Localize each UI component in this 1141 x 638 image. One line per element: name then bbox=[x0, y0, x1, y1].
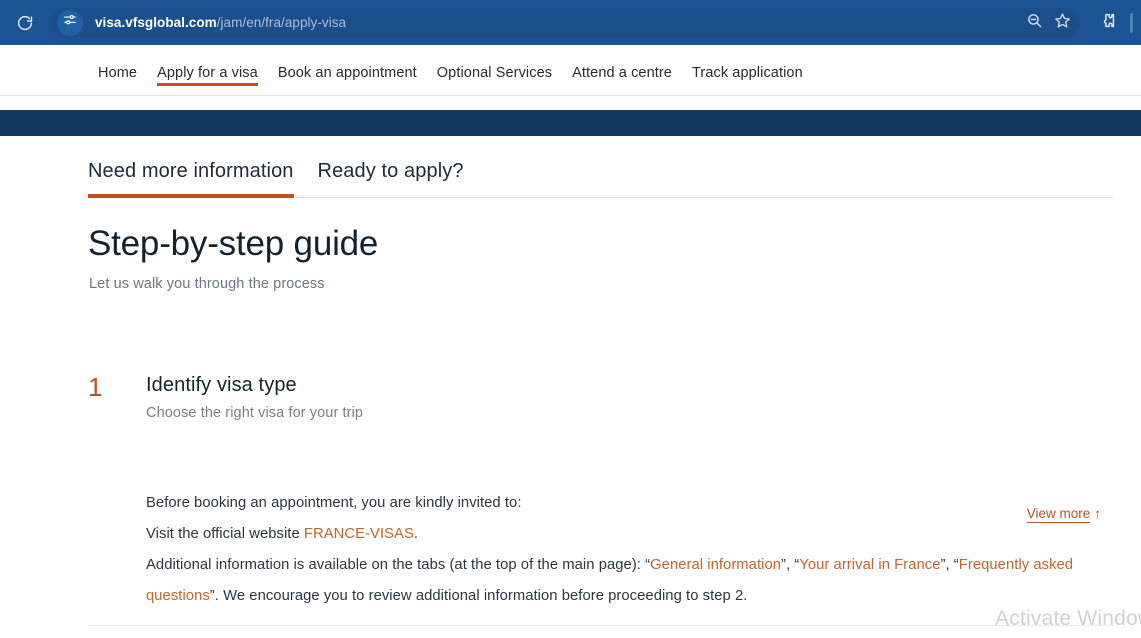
nav-list: Home Apply for a visa Book an appointmen… bbox=[0, 45, 1141, 95]
step-body: Before booking an appointment, you are k… bbox=[146, 488, 1091, 612]
puzzle-extensions-icon bbox=[1098, 11, 1117, 35]
zoom-button[interactable] bbox=[1020, 9, 1048, 37]
step-paragraph-2: Visit the official website FRANCE-VISAS. bbox=[146, 519, 1091, 550]
nav-item-apply-for-a-visa[interactable]: Apply for a visa bbox=[147, 65, 268, 95]
nav-item-home[interactable]: Home bbox=[88, 65, 147, 95]
zoom-search-icon bbox=[1026, 12, 1043, 34]
paragraph-3-c: ”, “ bbox=[940, 557, 959, 573]
window-edge-divider bbox=[1130, 12, 1133, 33]
nav-item-track-application[interactable]: Track application bbox=[682, 65, 813, 95]
tab-need-more-information[interactable]: Need more information bbox=[88, 160, 294, 198]
step-number: 1 bbox=[88, 372, 103, 402]
tab-ready-to-apply[interactable]: Ready to apply? bbox=[318, 160, 464, 197]
tune-site-settings-icon bbox=[63, 13, 77, 32]
page-subtitle: Let us walk you through the process bbox=[89, 276, 325, 292]
star-bookmark-icon bbox=[1054, 12, 1071, 34]
page-content: Need more information Ready to apply? St… bbox=[0, 136, 1141, 638]
url-text[interactable]: visa.vfsglobal.com/jam/en/fra/apply-visa bbox=[95, 15, 1020, 30]
paragraph-3-d: ”. We encourage you to review additional… bbox=[209, 588, 748, 604]
general-information-link[interactable]: General information bbox=[650, 557, 781, 573]
extensions-button[interactable] bbox=[1092, 8, 1122, 38]
reload-icon bbox=[16, 14, 34, 32]
reload-button[interactable] bbox=[9, 7, 41, 39]
step-paragraph-3: Additional information is available on t… bbox=[146, 550, 1091, 612]
navy-banner-band bbox=[0, 110, 1141, 136]
paragraph-2-pre: Visit the official website bbox=[146, 526, 304, 542]
browser-toolbar: visa.vfsglobal.com/jam/en/fra/apply-visa bbox=[0, 0, 1141, 45]
site-info-button[interactable] bbox=[57, 9, 83, 36]
site-navigation: Home Apply for a visa Book an appointmen… bbox=[0, 45, 1141, 96]
url-domain: visa.vfsglobal.com bbox=[95, 15, 217, 30]
step-paragraph-1: Before booking an appointment, you are k… bbox=[146, 495, 522, 511]
activate-windows-watermark: Activate Window bbox=[995, 607, 1141, 630]
arrow-up-icon: ↑ bbox=[1094, 506, 1101, 521]
section-divider bbox=[88, 625, 1113, 626]
your-arrival-in-france-link[interactable]: Your arrival in France bbox=[799, 557, 940, 573]
content-tabs: Need more information Ready to apply? bbox=[88, 160, 1113, 198]
page-title: Step-by-step guide bbox=[88, 224, 379, 263]
nav-item-book-an-appointment[interactable]: Book an appointment bbox=[268, 65, 427, 95]
address-bar[interactable]: visa.vfsglobal.com/jam/en/fra/apply-visa bbox=[51, 7, 1080, 38]
paragraph-2-post: . bbox=[413, 526, 419, 542]
paragraph-3-a: Additional information is available on t… bbox=[146, 557, 651, 573]
nav-item-optional-services[interactable]: Optional Services bbox=[427, 65, 562, 95]
step-header: Identify visa type Choose the right visa… bbox=[146, 374, 363, 421]
bookmark-button[interactable] bbox=[1048, 9, 1076, 37]
france-visas-link[interactable]: FRANCE-VISAS bbox=[304, 526, 414, 542]
step-description: Choose the right visa for your trip bbox=[146, 405, 364, 421]
step-title: Identify visa type bbox=[146, 374, 297, 396]
url-path: /jam/en/fra/apply-visa bbox=[216, 15, 347, 30]
paragraph-3-b: ”, “ bbox=[781, 557, 800, 573]
nav-item-attend-a-centre[interactable]: Attend a centre bbox=[562, 65, 682, 95]
